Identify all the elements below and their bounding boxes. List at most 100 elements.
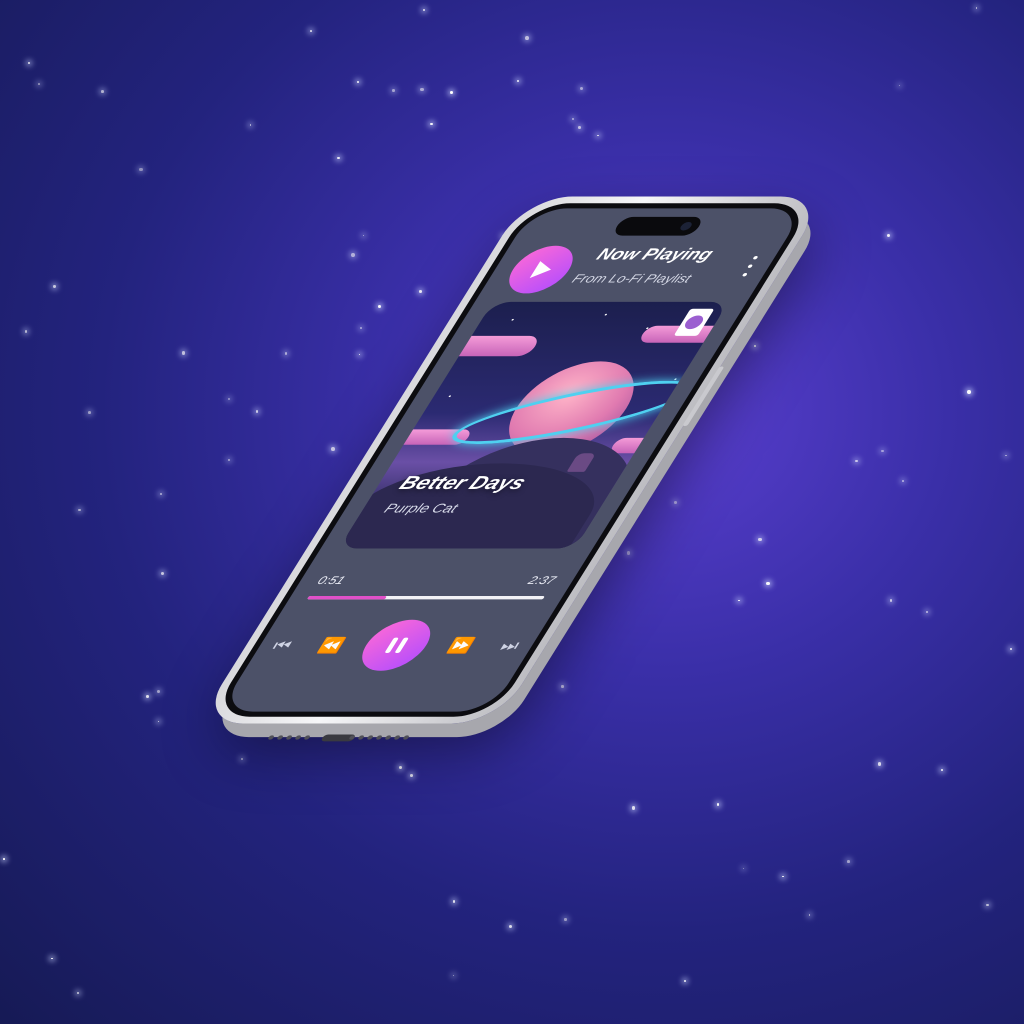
star	[847, 860, 850, 863]
camera-icon	[678, 222, 694, 231]
star	[881, 450, 884, 453]
star	[738, 600, 740, 602]
song-title: Better Days	[395, 471, 531, 494]
star	[161, 571, 165, 575]
star	[766, 581, 770, 586]
star	[250, 124, 252, 126]
star	[626, 551, 630, 555]
star	[886, 234, 890, 238]
current-time: 0:51	[314, 573, 349, 587]
rewind-icon[interactable]: ⏪	[314, 637, 348, 655]
star	[357, 81, 360, 84]
star	[362, 234, 364, 237]
play-icon	[529, 261, 557, 279]
dynamic-island	[611, 216, 705, 236]
total-time: 2:37	[525, 573, 559, 587]
star	[716, 803, 720, 806]
fast-forward-icon[interactable]: ⏩	[444, 637, 478, 655]
star	[359, 327, 362, 330]
star	[76, 992, 80, 995]
star	[855, 459, 858, 463]
star	[159, 492, 163, 495]
star	[452, 900, 456, 903]
star	[578, 126, 582, 129]
star	[146, 695, 150, 698]
star	[409, 774, 413, 777]
star	[1005, 454, 1007, 457]
star	[889, 599, 893, 602]
star	[1009, 647, 1013, 651]
artist-name: Purple Cat	[380, 501, 461, 517]
star	[743, 868, 745, 870]
star	[88, 411, 91, 415]
star	[391, 88, 395, 92]
star	[758, 537, 762, 542]
star	[336, 156, 340, 160]
star	[181, 351, 186, 355]
star	[516, 80, 519, 83]
star	[449, 91, 453, 94]
star	[227, 397, 230, 401]
star	[310, 30, 312, 32]
page-title: Now Playing	[592, 245, 717, 264]
star	[28, 61, 31, 64]
star	[24, 330, 28, 333]
star	[139, 167, 143, 172]
star	[255, 410, 259, 413]
phone-bottom-edge	[184, 734, 490, 745]
star	[38, 83, 40, 85]
star	[351, 252, 356, 257]
star	[157, 690, 161, 694]
star	[228, 459, 230, 461]
star	[331, 447, 336, 451]
progress-slider[interactable]	[306, 596, 546, 600]
star	[378, 304, 381, 308]
star	[986, 903, 989, 907]
time-readout: 0:51 2:37	[312, 574, 559, 591]
star	[683, 980, 687, 983]
star	[631, 805, 636, 810]
star	[422, 8, 426, 12]
star	[524, 35, 529, 40]
playback-controls: ⏮ ⏪ ⏩ ⏭	[249, 619, 538, 680]
star	[901, 480, 904, 482]
star	[419, 290, 422, 293]
pause-button[interactable]	[350, 619, 443, 671]
star	[3, 858, 5, 860]
speaker-grill	[267, 735, 311, 740]
player-header: Now Playing From Lo-Fi Playlist	[494, 241, 771, 301]
star	[453, 974, 455, 977]
more-vertical-icon[interactable]	[739, 256, 762, 277]
star	[966, 389, 971, 394]
star	[420, 87, 424, 92]
star	[674, 501, 677, 504]
star	[284, 351, 288, 355]
star	[781, 875, 784, 878]
star	[101, 90, 105, 93]
star	[579, 86, 584, 91]
star	[898, 84, 900, 86]
skip-previous-icon[interactable]: ⏮	[268, 637, 295, 655]
star	[399, 765, 403, 769]
playlist-subtitle: From Lo-Fi Playlist	[569, 271, 695, 285]
star	[753, 344, 756, 347]
star	[78, 508, 82, 512]
skip-next-icon[interactable]: ⏭	[496, 637, 523, 655]
star	[53, 285, 56, 288]
star	[51, 957, 53, 960]
star	[358, 353, 360, 355]
star	[572, 117, 575, 121]
star	[508, 924, 512, 928]
star	[564, 918, 567, 921]
play-logo-button[interactable]	[498, 245, 584, 294]
star	[561, 685, 564, 688]
star	[597, 134, 599, 137]
star	[877, 762, 882, 767]
star	[975, 7, 978, 9]
star	[940, 768, 943, 772]
star	[241, 757, 244, 760]
star	[809, 914, 811, 916]
star	[429, 122, 433, 126]
progress-fill	[306, 596, 387, 600]
star	[157, 721, 159, 723]
